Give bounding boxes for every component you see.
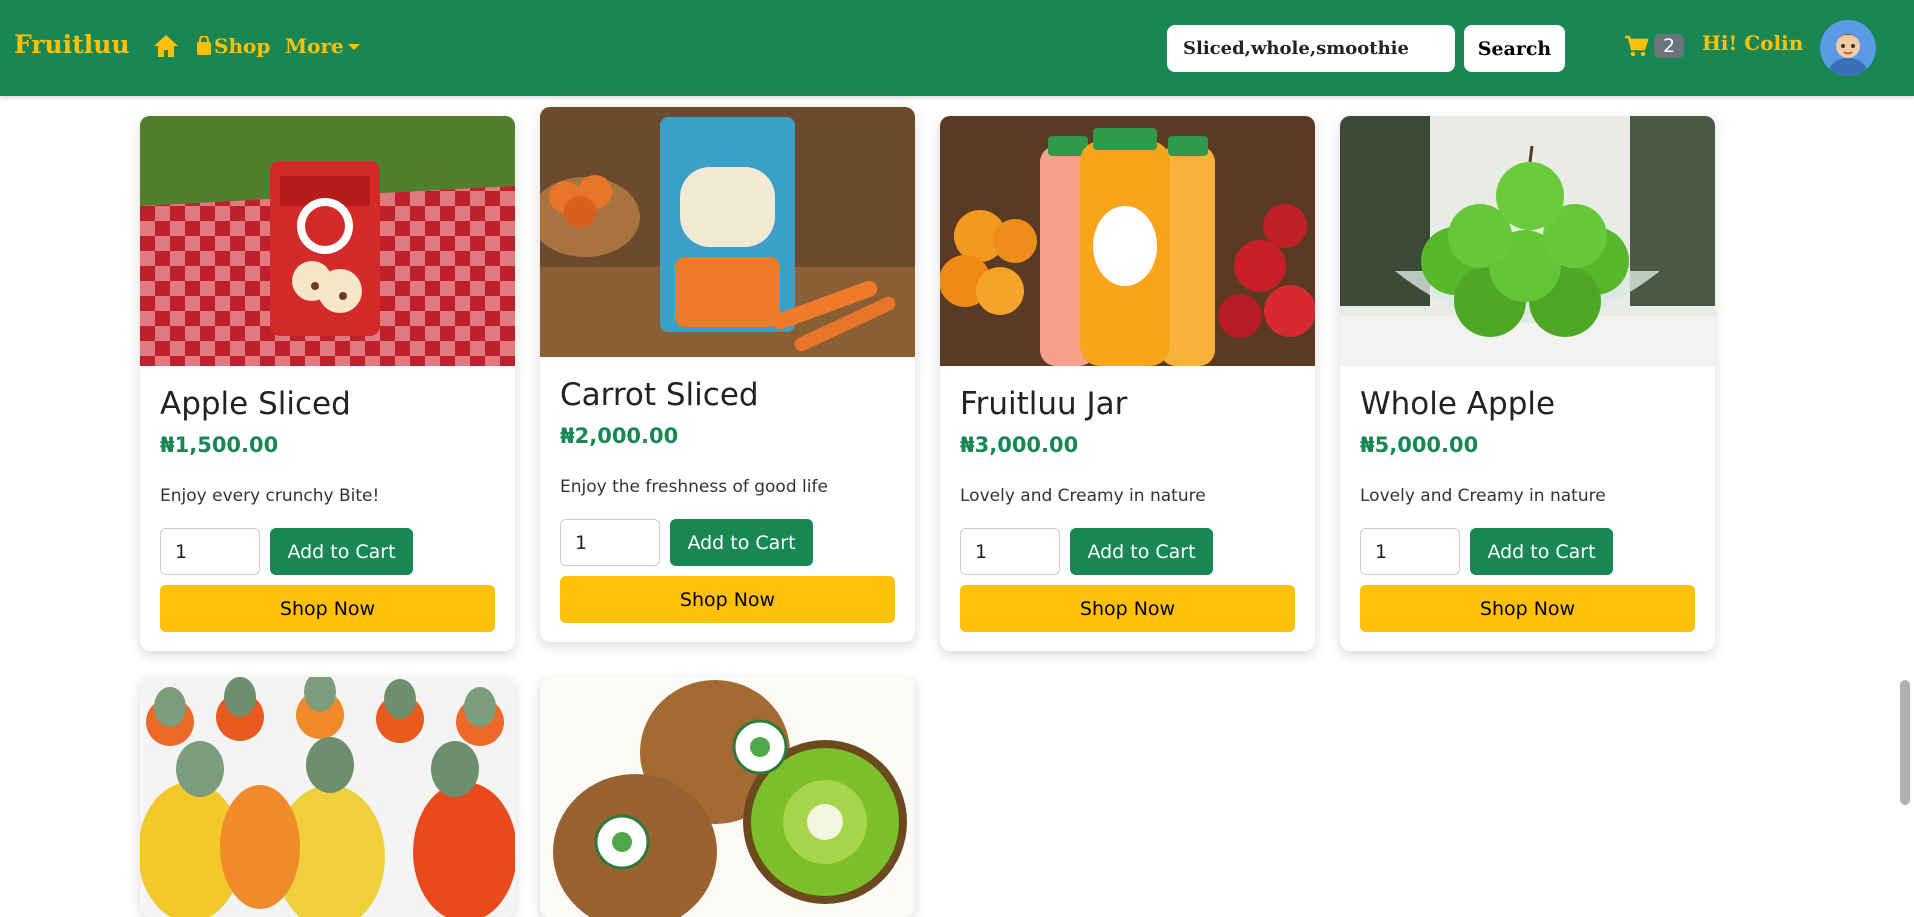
product-image[interactable] — [940, 116, 1315, 366]
product-title: Fruitluu Jar — [960, 386, 1128, 422]
quantity-input[interactable] — [960, 528, 1060, 575]
nav-shop-label: Shop — [214, 34, 271, 58]
add-to-cart-button[interactable]: Add to Cart — [270, 528, 413, 575]
product-card — [540, 677, 915, 917]
search-button[interactable]: Search — [1464, 25, 1565, 72]
nav-shop-link[interactable]: Shop — [196, 34, 270, 58]
nav-more-dropdown[interactable]: More — [285, 34, 360, 58]
cart-link[interactable]: 2 — [1624, 34, 1685, 58]
shop-now-button[interactable]: Shop Now — [1360, 585, 1695, 632]
avatar[interactable] — [1820, 20, 1876, 76]
quantity-input[interactable] — [1360, 528, 1460, 575]
nav-more-label: More — [285, 34, 344, 58]
quantity-input[interactable] — [560, 519, 660, 566]
product-title: Apple Sliced — [160, 386, 351, 422]
product-title: Carrot Sliced — [560, 377, 759, 413]
product-card — [140, 677, 515, 917]
cart-count-badge: 2 — [1654, 34, 1685, 58]
shop-now-button[interactable]: Shop Now — [960, 585, 1295, 632]
shop-now-button[interactable]: Shop Now — [560, 576, 895, 623]
product-image[interactable] — [140, 677, 515, 917]
product-price: ₦1,500.00 — [160, 433, 279, 457]
product-description: Lovely and Creamy in nature — [1360, 486, 1606, 506]
product-card: Apple Sliced ₦1,500.00 Enjoy every crunc… — [140, 116, 515, 651]
product-description: Lovely and Creamy in nature — [960, 486, 1206, 506]
search-input[interactable] — [1167, 25, 1455, 72]
page-scrollbar[interactable] — [1900, 680, 1910, 805]
shop-now-button[interactable]: Shop Now — [160, 585, 495, 632]
user-greeting[interactable]: Hi! Colin — [1702, 31, 1803, 55]
add-to-cart-button[interactable]: Add to Cart — [670, 519, 813, 566]
product-card: Whole Apple ₦5,000.00 Lovely and Creamy … — [1340, 116, 1715, 651]
product-price: ₦2,000.00 — [560, 424, 679, 448]
shopping-bag-icon — [197, 36, 211, 55]
product-title: Whole Apple — [1360, 386, 1556, 422]
cart-icon — [1625, 35, 1648, 57]
product-card: Fruitluu Jar ₦3,000.00 Lovely and Creamy… — [940, 116, 1315, 651]
product-image[interactable] — [540, 677, 915, 917]
brand-logo[interactable]: Fruitluu — [14, 30, 130, 59]
add-to-cart-button[interactable]: Add to Cart — [1070, 528, 1213, 575]
product-price: ₦3,000.00 — [960, 433, 1079, 457]
product-image[interactable] — [1340, 116, 1715, 366]
quantity-input[interactable] — [160, 528, 260, 575]
product-description: Enjoy every crunchy Bite! — [160, 486, 380, 506]
home-icon[interactable] — [153, 34, 179, 58]
chevron-down-icon — [347, 44, 360, 50]
product-description: Enjoy the freshness of good life — [560, 477, 828, 497]
product-image[interactable] — [540, 107, 915, 357]
product-image[interactable] — [140, 116, 515, 366]
product-card: Carrot Sliced ₦2,000.00 Enjoy the freshn… — [540, 107, 915, 642]
product-price: ₦5,000.00 — [1360, 433, 1479, 457]
add-to-cart-button[interactable]: Add to Cart — [1470, 528, 1613, 575]
navbar: Fruitluu Shop More Search 2 Hi! Colin — [0, 0, 1914, 96]
